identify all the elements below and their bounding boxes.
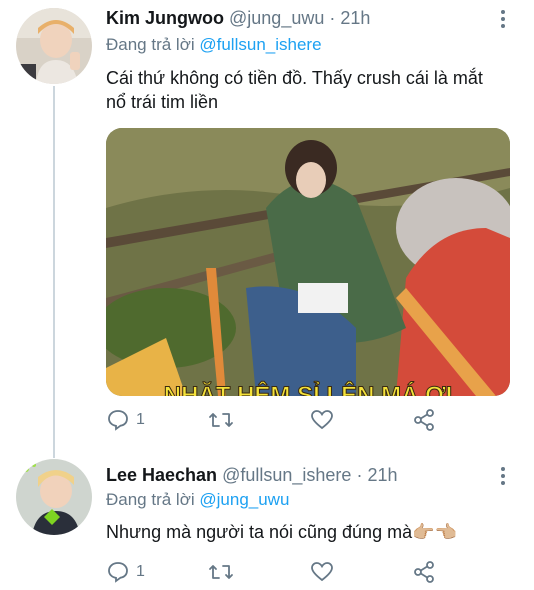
reply-button[interactable]: 1 (106, 560, 145, 584)
replying-to: Đang trả lời @fullsun_ishere (106, 35, 322, 55)
retweet-icon (209, 413, 233, 427)
tweet-text-content: Nhưng mà người ta nói cũng đúng mà (106, 522, 413, 542)
avatar[interactable] (16, 459, 92, 535)
tweet-media-image[interactable]: NHẶT HÊM SỈ LÊN MÁ ƠI (106, 128, 510, 396)
timestamp[interactable]: 21h (340, 8, 370, 28)
replying-to-label: Đang trả lời (106, 35, 195, 54)
like-button[interactable] (310, 408, 334, 432)
pointing-fingers-emoji: 👉🏼👈🏼 (412, 522, 457, 542)
tweet-actions: 1 (106, 560, 446, 590)
tweet-header: Kim Jungwoo @jung_uwu · 21h (106, 8, 370, 29)
tweet-lee-haechan[interactable]: Lee Haechan @fullsun_ishere · 21h Đang t… (0, 457, 534, 583)
tweet-text: Cái thứ không có tiền đồ. Thấy crush cái… (106, 66, 516, 114)
user-handle[interactable]: @jung_uwu (229, 8, 324, 28)
retweet-icon (209, 565, 233, 579)
like-button[interactable] (310, 560, 334, 584)
tweet-kim-jungwoo[interactable]: Kim Jungwoo @jung_uwu · 21h Đang trả lời… (0, 0, 534, 450)
reply-count: 1 (136, 563, 145, 580)
tweet-header: Lee Haechan @fullsun_ishere · 21h (106, 465, 398, 486)
share-icon (414, 561, 434, 583)
retweet-button[interactable] (208, 408, 234, 432)
display-name[interactable]: Lee Haechan (106, 465, 217, 485)
replying-to: Đang trả lời @jung_uwu (106, 490, 289, 510)
avatar[interactable] (16, 8, 92, 84)
user-handle[interactable]: @fullsun_ishere (222, 465, 351, 485)
heart-icon (311, 562, 333, 582)
tweet-text-line: Cái thứ không có tiền đồ. Thấy crush cái… (106, 68, 483, 88)
share-icon (414, 409, 434, 431)
mention-link[interactable]: @jung_uwu (199, 490, 289, 509)
reply-icon (108, 562, 128, 583)
share-button[interactable] (412, 408, 436, 432)
reply-icon (108, 410, 128, 431)
separator-dot: · (356, 465, 363, 485)
tweet-actions: 1 (106, 408, 446, 438)
more-options-icon[interactable] (498, 467, 508, 489)
reply-count: 1 (136, 411, 145, 428)
heart-icon (311, 410, 333, 430)
mention-link[interactable]: @fullsun_ishere (199, 35, 321, 54)
tweet-text: Nhưng mà người ta nói cũng đúng mà👉🏼👈🏼 (106, 520, 516, 544)
share-button[interactable] (412, 560, 436, 584)
replying-to-label: Đang trả lời (106, 490, 195, 509)
more-options-icon[interactable] (498, 10, 508, 32)
tweet-text-line: nổ trái tim liền (106, 92, 219, 112)
timestamp[interactable]: 21h (367, 465, 397, 485)
media-caption: NHẶT HÊM SỈ LÊN MÁ ƠI (164, 380, 452, 396)
display-name[interactable]: Kim Jungwoo (106, 8, 224, 28)
retweet-button[interactable] (208, 560, 234, 584)
separator-dot: · (329, 8, 336, 28)
reply-button[interactable]: 1 (106, 408, 145, 432)
